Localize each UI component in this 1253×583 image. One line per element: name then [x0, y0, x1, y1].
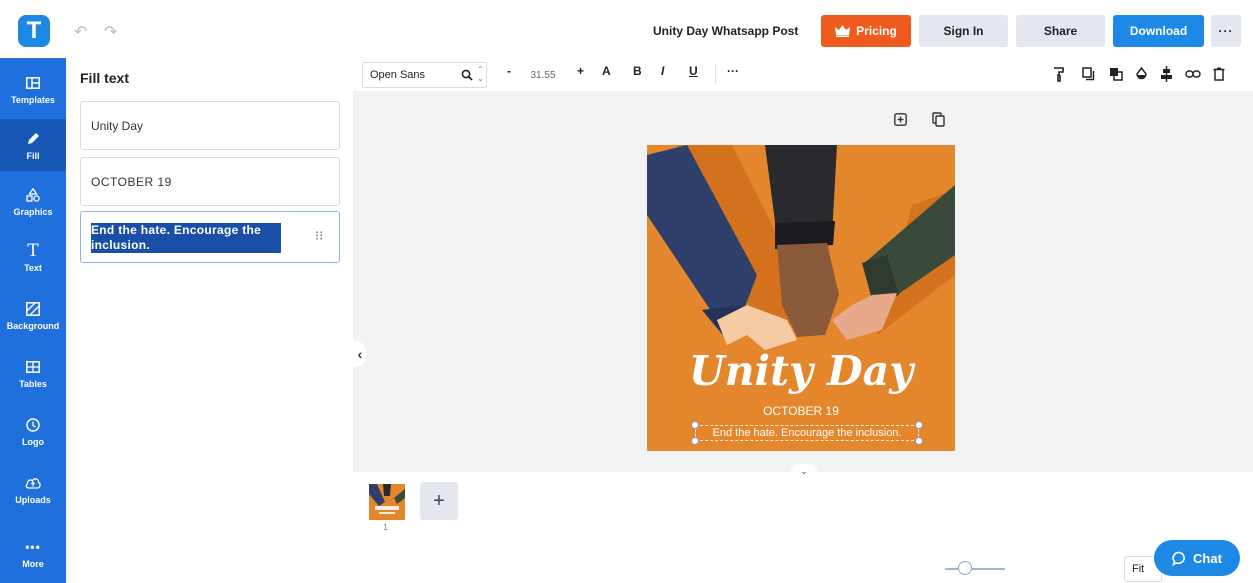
field-value: OCTOBER 19 [91, 174, 172, 189]
more-options-button[interactable]: ··· [1211, 15, 1241, 47]
shapes-icon [24, 186, 42, 204]
text-icon: T [27, 240, 39, 261]
increase-font-size-button[interactable]: + [577, 64, 584, 78]
table-icon [24, 358, 42, 376]
pricing-button[interactable]: Pricing [821, 15, 911, 47]
page-number: 1 [383, 522, 389, 532]
sidebar-item-label: Fill [26, 150, 40, 161]
copy-page-icon[interactable] [932, 112, 945, 127]
sidebar-item-templates[interactable]: Templates [0, 63, 66, 115]
sign-in-button[interactable]: Sign In [919, 15, 1008, 47]
chat-bubble-icon [1172, 551, 1185, 566]
app-logo[interactable]: T [18, 15, 50, 47]
panel-title: Fill text [80, 70, 130, 86]
chat-button[interactable]: Chat [1154, 540, 1240, 576]
drag-handle-icon[interactable]: ⁝⁝ [315, 229, 323, 242]
italic-button[interactable]: I [661, 64, 664, 78]
more-icon: ••• [25, 539, 41, 554]
more-text-options-button[interactable]: ··· [727, 64, 739, 78]
fill-text-field-date[interactable]: OCTOBER 19 [80, 157, 340, 206]
layer-order-icon[interactable] [1109, 67, 1123, 81]
underline-button[interactable]: U [689, 64, 698, 78]
crown-icon [835, 25, 851, 37]
zoom-slider-handle[interactable] [958, 561, 972, 575]
chat-label: Chat [1193, 550, 1222, 566]
sidebar-item-label: Tables [19, 378, 47, 389]
sidebar: Templates Fill Graphics T Text Backgroun… [0, 58, 66, 583]
resize-handle-top-right[interactable] [915, 421, 923, 429]
sidebar-item-graphics[interactable]: Graphics [0, 175, 66, 227]
link-icon[interactable] [1185, 69, 1201, 79]
sidebar-item-logo[interactable]: Logo [0, 405, 66, 457]
add-page-icon[interactable] [894, 113, 907, 126]
decrease-font-size-button[interactable]: - [507, 64, 511, 78]
zoom-slider-track[interactable] [945, 568, 1005, 570]
pages-strip: ⌄ 1 + [353, 464, 1253, 583]
canvas-area: ‹ Unity Day OCTOBER 19 End the hate. Enc… [353, 92, 1253, 472]
upload-icon [24, 474, 42, 492]
text-case-button[interactable]: A [602, 64, 611, 78]
design-canvas[interactable]: Unity Day OCTOBER 19 End the hate. Encou… [647, 145, 955, 451]
font-family-value: Open Sans [370, 69, 426, 81]
poster-date[interactable]: OCTOBER 19 [647, 404, 955, 418]
bold-button[interactable]: B [633, 64, 642, 78]
sidebar-item-label: More [22, 558, 44, 569]
collapse-panel-button[interactable]: ‹ [353, 340, 367, 368]
sidebar-item-label: Logo [22, 436, 44, 447]
sidebar-item-more[interactable]: ••• More [0, 527, 66, 579]
zoom-value: Fit [1132, 563, 1145, 575]
fill-text-field-title[interactable]: Unity Day [80, 101, 340, 150]
sidebar-item-text[interactable]: T Text [0, 231, 66, 283]
toolbar-divider [715, 64, 716, 84]
opacity-drop-icon[interactable] [1135, 67, 1148, 81]
chevron-down-icon: ⌄ [800, 466, 808, 476]
app-logo-letter: T [26, 17, 42, 44]
add-page-button[interactable]: + [420, 482, 458, 520]
top-bar: T ↶ ↷ Unity Day Whatsapp Post Pricing Si… [0, 0, 1253, 58]
sidebar-item-tables[interactable]: Tables [0, 347, 66, 399]
sidebar-item-label: Uploads [15, 494, 51, 505]
sidebar-item-label: Graphics [13, 206, 53, 217]
share-button[interactable]: Share [1016, 15, 1105, 47]
field-value: Unity Day [91, 118, 144, 133]
resize-handle-top-left[interactable] [691, 421, 699, 429]
poster-title[interactable]: Unity Day [647, 347, 955, 395]
fill-text-field-tagline[interactable]: End the hate. Encourage the inclusion. ⁝… [80, 211, 340, 263]
format-painter-icon[interactable] [1053, 67, 1065, 82]
sidebar-item-label: Text [24, 262, 42, 273]
sidebar-item-uploads[interactable]: Uploads [0, 463, 66, 515]
thumbnail-preview [369, 484, 405, 514]
sidebar-item-fill[interactable]: Fill [0, 119, 66, 171]
sidebar-item-label: Templates [11, 94, 55, 105]
delete-icon[interactable] [1213, 67, 1225, 81]
selected-text: End the hate. Encourage the inclusion. [91, 223, 281, 253]
download-button[interactable]: Download [1113, 15, 1204, 47]
document-title[interactable]: Unity Day Whatsapp Post [653, 24, 798, 38]
font-family-select[interactable]: Open Sans ⌃ ⌄ [362, 62, 487, 88]
poster-tagline-selected[interactable]: End the hate. Encourage the inclusion. [695, 425, 919, 441]
pricing-label: Pricing [856, 24, 897, 38]
toggle-pages-button[interactable]: ⌄ [791, 464, 817, 478]
text-toolbar: Open Sans ⌃ ⌄ - 31.55 + A B I U ··· [353, 58, 1253, 92]
page-thumbnail[interactable] [369, 484, 405, 520]
pencil-icon [24, 130, 42, 148]
sidebar-item-background[interactable]: Background [0, 289, 66, 341]
search-icon [461, 69, 473, 81]
sidebar-item-label: Background [6, 320, 60, 331]
background-icon [24, 300, 42, 318]
font-stepper-icon[interactable]: ⌃ ⌄ [477, 65, 484, 83]
chevron-left-icon: ‹ [357, 346, 363, 362]
logo-icon [24, 416, 42, 434]
duplicate-icon[interactable] [1082, 67, 1095, 81]
resize-handle-bottom-left[interactable] [691, 437, 699, 445]
align-center-icon[interactable] [1160, 66, 1173, 82]
fill-text-panel: Fill text Unity Day OCTOBER 19 End the h… [66, 58, 353, 583]
resize-handle-bottom-right[interactable] [915, 437, 923, 445]
font-size-input[interactable]: 31.55 [522, 64, 564, 86]
undo-icon[interactable]: ↶ [74, 22, 87, 42]
redo-icon[interactable]: ↷ [104, 22, 117, 42]
templates-icon [24, 74, 42, 92]
poster-tagline: End the hate. Encourage the inclusion. [712, 427, 902, 439]
